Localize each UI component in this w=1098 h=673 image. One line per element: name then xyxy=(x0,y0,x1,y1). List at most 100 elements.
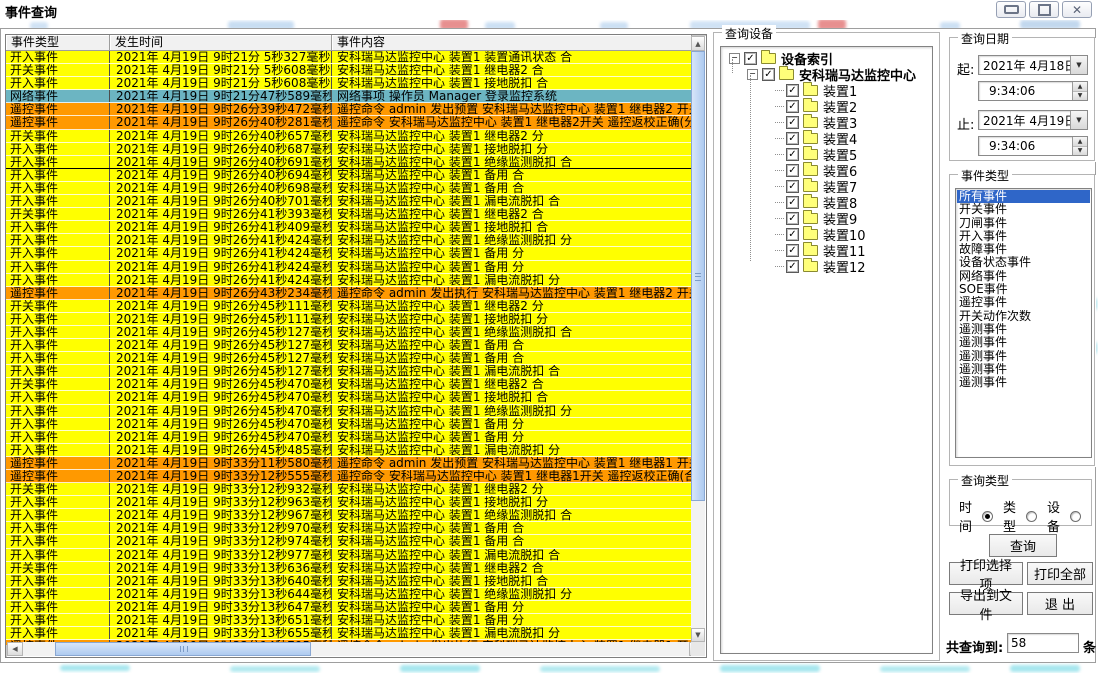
table-row[interactable]: 开入事件2021年 4月19日 9时26分45秒470毫秒安科瑞马达监控中心 装… xyxy=(6,418,692,431)
table-row[interactable]: 开入事件2021年 4月19日 9时26分45秒127毫秒安科瑞马达监控中心 装… xyxy=(6,339,692,352)
table-row[interactable]: 开入事件2021年 4月19日 9时26分41秒409毫秒安科瑞马达监控中心 装… xyxy=(6,221,692,234)
table-row[interactable]: 开入事件2021年 4月19日 9时26分45秒470毫秒安科瑞马达监控中心 装… xyxy=(6,391,692,404)
scroll-up-button[interactable]: ▲ xyxy=(691,36,705,51)
table-row[interactable]: 开入事件2021年 4月19日 9时26分45秒485毫秒安科瑞马达监控中心 装… xyxy=(6,444,692,457)
tree-checkbox[interactable]: ✓ xyxy=(786,164,799,177)
result-count-input[interactable]: 58 xyxy=(1007,633,1079,653)
event-type-item[interactable]: 开入事件 xyxy=(957,230,1090,243)
to-time-spinner[interactable]: ▲▼ xyxy=(1072,137,1087,155)
table-row[interactable]: 开关事件2021年 4月19日 9时33分13秒636毫秒安科瑞马达监控中心 装… xyxy=(6,562,692,575)
table-row[interactable]: 开入事件2021年 4月19日 9时26分45秒127毫秒安科瑞马达监控中心 装… xyxy=(6,326,692,339)
title-bar[interactable]: 事件查询 ✕ xyxy=(0,0,1098,20)
table-row[interactable]: 遥控事件2021年 4月19日 9时33分11秒580毫秒遥控命令 admin … xyxy=(6,457,692,470)
event-type-item[interactable]: 遥测事件 xyxy=(957,336,1090,349)
event-type-item[interactable]: 网络事件 xyxy=(957,270,1090,283)
device-tree[interactable]: −✓设备索引−✓安科瑞马达监控中心✓装置1✓装置2✓装置3✓装置4✓装置5✓装置… xyxy=(720,46,933,654)
table-row[interactable]: 开关事件2021年 4月19日 9时21分 5秒608毫秒安科瑞马达监控中心 装… xyxy=(6,64,692,77)
event-type-item[interactable]: 开关动作次数 xyxy=(957,310,1090,323)
table-row[interactable]: 开关事件2021年 4月19日 9时33分12秒932毫秒安科瑞马达监控中心 装… xyxy=(6,483,692,496)
spinner-down-icon[interactable]: ▼ xyxy=(1073,92,1087,101)
table-row[interactable]: 开关事件2021年 4月19日 9时26分41秒393毫秒安科瑞马达监控中心 装… xyxy=(6,208,692,221)
collapse-icon[interactable]: − xyxy=(747,69,758,80)
spinner-up-icon[interactable]: ▲ xyxy=(1073,82,1087,92)
tree-checkbox[interactable]: ✓ xyxy=(786,180,799,193)
tree-checkbox[interactable]: ✓ xyxy=(786,100,799,113)
table-row[interactable]: 开入事件2021年 4月19日 9时33分13秒644毫秒安科瑞马达监控中心 装… xyxy=(6,588,692,601)
table-row[interactable]: 开关事件2021年 4月19日 9时26分45秒470毫秒安科瑞马达监控中心 装… xyxy=(6,378,692,391)
chevron-down-icon[interactable]: ▼ xyxy=(1070,56,1087,74)
to-date-combo[interactable]: 2021年 4月19日 ▼ xyxy=(978,110,1088,130)
column-header-event-type[interactable]: 事件类型 xyxy=(6,35,110,51)
table-row[interactable]: 开入事件2021年 4月19日 9时26分40秒687毫秒安科瑞马达监控中心 装… xyxy=(6,143,692,156)
table-row[interactable]: 开入事件2021年 4月19日 9时26分45秒127毫秒安科瑞马达监控中心 装… xyxy=(6,352,692,365)
spinner-up-icon[interactable]: ▲ xyxy=(1073,137,1087,147)
event-type-item[interactable]: 遥测事件 xyxy=(957,363,1090,376)
table-row[interactable]: 开入事件2021年 4月19日 9时33分13秒640毫秒安科瑞马达监控中心 装… xyxy=(6,575,692,588)
spinner-down-icon[interactable]: ▼ xyxy=(1073,147,1087,156)
table-row[interactable]: 开入事件2021年 4月19日 9时33分13秒655毫秒安科瑞马达监控中心 装… xyxy=(6,627,692,640)
vertical-scroll-thumb[interactable] xyxy=(691,51,705,501)
horizontal-scrollbar[interactable]: ◀ ▶ xyxy=(7,642,705,656)
column-header-occur-time[interactable]: 发生时间 xyxy=(110,35,332,51)
tree-checkbox[interactable]: ✓ xyxy=(786,132,799,145)
tree-checkbox[interactable]: ✓ xyxy=(786,84,799,97)
event-type-item[interactable]: 遥控事件 xyxy=(957,296,1090,309)
scroll-left-button[interactable]: ◀ xyxy=(7,642,23,656)
collapse-icon[interactable]: − xyxy=(729,53,740,64)
table-row[interactable]: 开入事件2021年 4月19日 9时21分 5秒327毫秒安科瑞马达监控中心 装… xyxy=(6,51,692,64)
vertical-scrollbar[interactable]: ▲ ▼ xyxy=(691,36,705,642)
tree-item-device-12[interactable]: ✓ 装置12 xyxy=(723,258,932,274)
from-date-combo[interactable]: 2021年 4月18日 ▼ xyxy=(978,55,1088,75)
event-type-item[interactable]: 所有事件 xyxy=(957,190,1090,203)
table-row[interactable]: 开入事件2021年 4月19日 9时26分40秒694毫秒安科瑞马达监控中心 装… xyxy=(6,169,692,182)
event-type-item[interactable]: 刀闸事件 xyxy=(957,217,1090,230)
radio-selected[interactable] xyxy=(982,511,993,522)
export-file-button[interactable]: 导出到文件 xyxy=(949,592,1023,615)
event-type-item[interactable]: 故障事件 xyxy=(957,243,1090,256)
table-row[interactable]: 开入事件2021年 4月19日 9时26分41秒424毫秒安科瑞马达监控中心 装… xyxy=(6,247,692,260)
table-row[interactable]: 开入事件2021年 4月19日 9时26分40秒691毫秒安科瑞马达监控中心 装… xyxy=(6,156,692,169)
column-header-event-content[interactable]: 事件内容 xyxy=(332,35,692,51)
table-row[interactable]: 开入事件2021年 4月19日 9时33分12秒977毫秒安科瑞马达监控中心 装… xyxy=(6,549,692,562)
table-row[interactable]: 开入事件2021年 4月19日 9时26分41秒424毫秒安科瑞马达监控中心 装… xyxy=(6,261,692,274)
print-all-button[interactable]: 打印全部 xyxy=(1027,562,1093,585)
event-type-item[interactable]: SOE事件 xyxy=(957,283,1090,296)
table-row[interactable]: 开入事件2021年 4月19日 9时26分41秒424毫秒安科瑞马达监控中心 装… xyxy=(6,234,692,247)
tree-item-label[interactable]: 安科瑞马达监控中心 xyxy=(799,65,916,84)
scroll-down-button[interactable]: ▼ xyxy=(691,628,705,642)
tree-checkbox[interactable]: ✓ xyxy=(786,212,799,225)
table-row[interactable]: 遥控事件2021年 4月19日 9时26分39秒472毫秒遥控命令 admin … xyxy=(6,103,692,116)
minimize-button[interactable] xyxy=(996,1,1026,18)
table-row[interactable]: 遥控事件2021年 4月19日 9时26分40秒281毫秒遥控命令 安科瑞马达监… xyxy=(6,116,692,129)
tree-checkbox[interactable]: ✓ xyxy=(786,228,799,241)
event-type-item[interactable]: 遥测事件 xyxy=(957,376,1090,389)
tree-checkbox[interactable]: ✓ xyxy=(786,260,799,273)
horizontal-scroll-thumb[interactable] xyxy=(55,642,311,656)
table-row[interactable]: 开入事件2021年 4月19日 9时26分45秒127毫秒安科瑞马达监控中心 装… xyxy=(6,365,692,378)
table-row[interactable]: 开入事件2021年 4月19日 9时26分45秒470毫秒安科瑞马达监控中心 装… xyxy=(6,431,692,444)
tree-checkbox[interactable]: ✓ xyxy=(786,116,799,129)
event-type-item[interactable]: 开关事件 xyxy=(957,203,1090,216)
table-row[interactable]: 遥控事件2021年 4月19日 9时26分43秒234毫秒遥控命令 admin … xyxy=(6,287,692,300)
table-row[interactable]: 开入事件2021年 4月19日 9时26分45秒470毫秒安科瑞马达监控中心 装… xyxy=(6,405,692,418)
tree-checkbox[interactable]: ✓ xyxy=(744,52,757,65)
table-row[interactable]: 开关事件2021年 4月19日 9时26分40秒657毫秒安科瑞马达监控中心 装… xyxy=(6,130,692,143)
tree-item-label[interactable]: 装置12 xyxy=(823,257,866,276)
table-row[interactable]: 开入事件2021年 4月19日 9时33分12秒967毫秒安科瑞马达监控中心 装… xyxy=(6,509,692,522)
table-row[interactable]: 开入事件2021年 4月19日 9时33分13秒651毫秒安科瑞马达监控中心 装… xyxy=(6,614,692,627)
event-type-list[interactable]: 所有事件开关事件刀闸事件开入事件故障事件设备状态事件网络事件SOE事件遥控事件开… xyxy=(955,188,1092,458)
radio-unselected[interactable] xyxy=(1070,511,1081,522)
table-row[interactable]: 开入事件2021年 4月19日 9时21分 5秒608毫秒安科瑞马达监控中心 装… xyxy=(6,77,692,90)
tree-checkbox[interactable]: ✓ xyxy=(786,196,799,209)
table-row[interactable]: 开入事件2021年 4月19日 9时33分12秒974毫秒安科瑞马达监控中心 装… xyxy=(6,535,692,548)
table-row[interactable]: 开入事件2021年 4月19日 9时26分41秒424毫秒安科瑞马达监控中心 装… xyxy=(6,274,692,287)
maximize-button[interactable] xyxy=(1029,1,1059,18)
table-row[interactable]: 开入事件2021年 4月19日 9时33分13秒647毫秒安科瑞马达监控中心 装… xyxy=(6,601,692,614)
from-time-input[interactable]: 9:34:06 ▲▼ xyxy=(978,81,1088,101)
table-row[interactable]: 开入事件2021年 4月19日 9时26分40秒698毫秒安科瑞马达监控中心 装… xyxy=(6,182,692,195)
tree-checkbox[interactable]: ✓ xyxy=(786,148,799,161)
table-row[interactable]: 遥控事件2021年 4月19日 9时33分12秒555毫秒遥控命令 安科瑞马达监… xyxy=(6,470,692,483)
event-type-item[interactable]: 设备状态事件 xyxy=(957,256,1090,269)
radio-unselected[interactable] xyxy=(1026,511,1037,522)
table-row[interactable]: 开关事件2021年 4月19日 9时26分45秒111毫秒安科瑞马达监控中心 装… xyxy=(6,300,692,313)
